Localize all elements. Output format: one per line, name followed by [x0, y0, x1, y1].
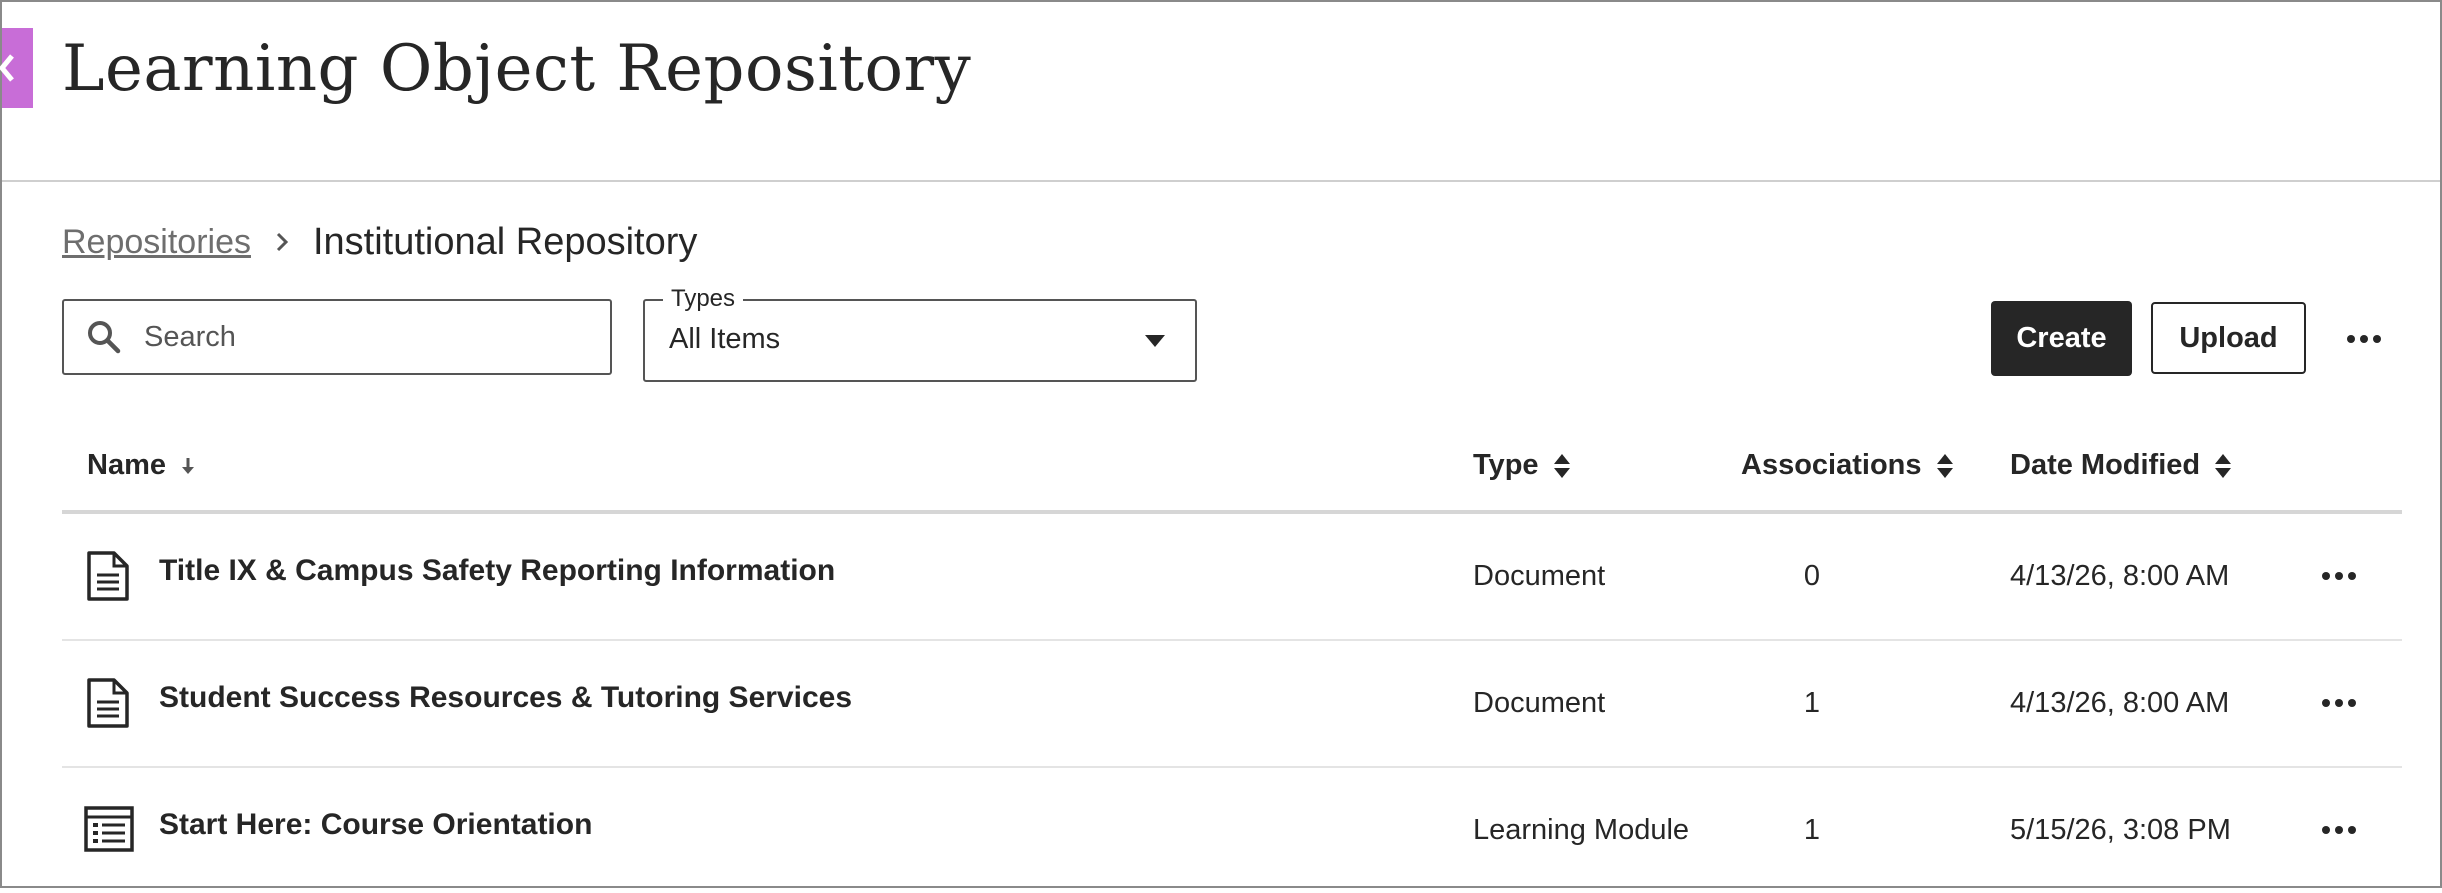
- item-type: Learning Module: [1473, 814, 1690, 846]
- item-associations: 1: [1803, 814, 1821, 846]
- search-icon: [88, 321, 121, 354]
- row-more-options-button[interactable]: [2322, 815, 2356, 845]
- sort-icon: [1936, 453, 1953, 478]
- chevron-left-icon: [0, 54, 14, 82]
- item-date-modified: 5/15/26, 3:08 PM: [2010, 814, 2231, 846]
- items-table: Name Type Associations Date Modified Tit…: [62, 427, 2402, 893]
- column-header-type[interactable]: Type: [1473, 449, 1571, 482]
- breadcrumb: Repositories Institutional Repository: [62, 217, 697, 267]
- more-options-icon: [2347, 335, 2355, 343]
- create-button[interactable]: Create: [1991, 301, 2132, 376]
- types-dropdown[interactable]: Types All Items: [643, 285, 1197, 382]
- more-options-button[interactable]: [2347, 324, 2381, 354]
- types-selected-value: All Items: [669, 323, 781, 355]
- column-header-name[interactable]: Name: [87, 449, 196, 482]
- table-row: Student Success Resources & Tutoring Ser…: [62, 641, 2402, 768]
- sort-icon: [1553, 453, 1570, 478]
- row-more-options-button[interactable]: [2322, 688, 2356, 718]
- item-associations: 0: [1803, 560, 1821, 592]
- caret-down-icon: [1145, 335, 1165, 347]
- search-input[interactable]: [142, 319, 566, 355]
- chevron-right-icon: [275, 231, 289, 253]
- close-panel-button[interactable]: [0, 28, 33, 108]
- table-header: Name Type Associations Date Modified: [62, 427, 2402, 514]
- column-header-date-modified[interactable]: Date Modified: [2010, 449, 2232, 482]
- learning-module-icon: [84, 806, 134, 852]
- page-header: Learning Object Repository: [0, 2, 2440, 182]
- search-field[interactable]: [62, 299, 612, 375]
- types-label: Types: [663, 285, 744, 313]
- item-name-link[interactable]: Student Success Resources & Tutoring Ser…: [159, 681, 852, 715]
- item-date-modified: 4/13/26, 8:00 AM: [2010, 687, 2230, 719]
- column-header-associations[interactable]: Associations: [1741, 449, 1954, 482]
- breadcrumb-repositories-link[interactable]: Repositories: [62, 223, 251, 262]
- sort-icon: [2215, 453, 2232, 478]
- more-options-icon: [2322, 572, 2330, 580]
- document-icon: [87, 551, 129, 601]
- table-row: Title IX & Campus Safety Reporting Infor…: [62, 514, 2402, 641]
- column-label-type: Type: [1473, 449, 1539, 481]
- breadcrumb-current: Institutional Repository: [312, 220, 698, 263]
- item-name-link[interactable]: Title IX & Campus Safety Reporting Infor…: [159, 554, 835, 588]
- more-options-icon: [2322, 699, 2330, 707]
- item-type: Document: [1473, 687, 1606, 719]
- item-associations: 1: [1803, 687, 1821, 719]
- item-date-modified: 4/13/26, 8:00 AM: [2010, 560, 2230, 592]
- column-label-associations: Associations: [1741, 449, 1922, 481]
- page-title: Learning Object Repository: [62, 32, 972, 106]
- more-options-icon: [2322, 826, 2330, 834]
- item-name-link[interactable]: Start Here: Course Orientation: [159, 808, 592, 842]
- column-label-name: Name: [87, 449, 166, 481]
- document-icon: [87, 678, 129, 728]
- item-type: Document: [1473, 560, 1606, 592]
- sort-descending-icon: [182, 457, 194, 474]
- row-more-options-button[interactable]: [2322, 561, 2356, 591]
- column-label-date-modified: Date Modified: [2010, 449, 2201, 481]
- table-row: Start Here: Course Orientation Learning …: [62, 768, 2402, 893]
- upload-button[interactable]: Upload: [2151, 302, 2306, 374]
